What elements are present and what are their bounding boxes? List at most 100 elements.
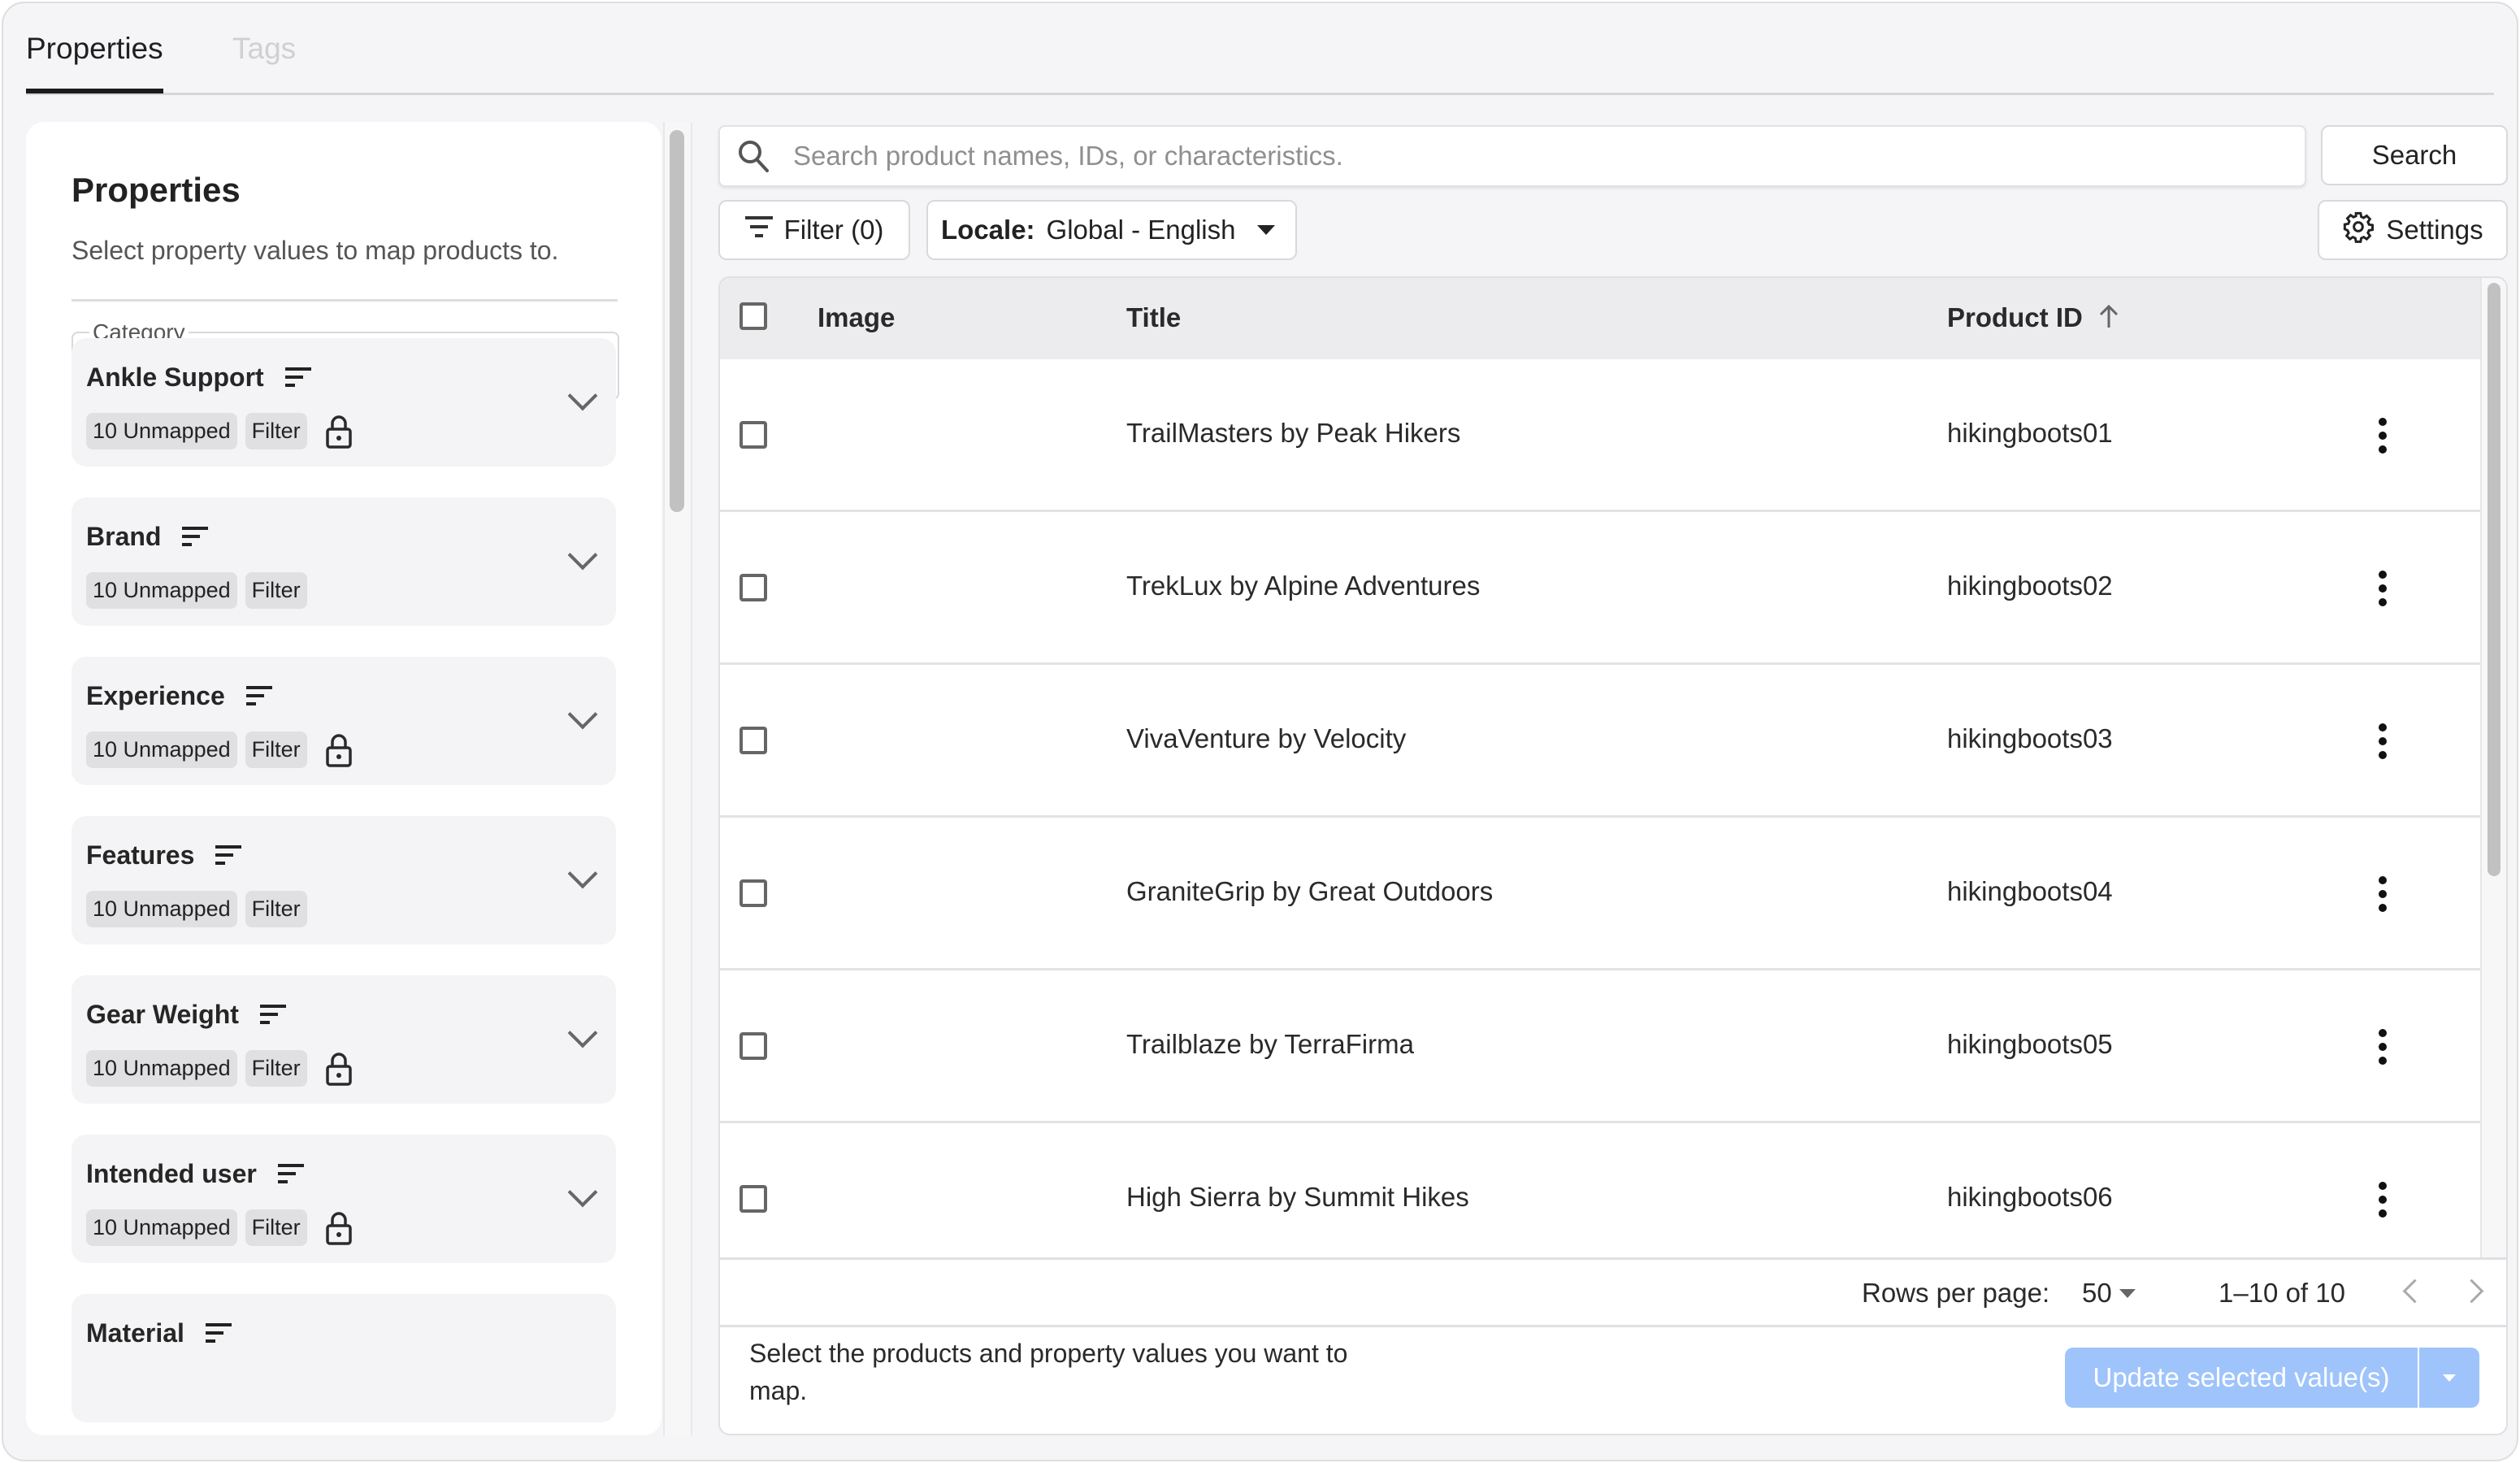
sort-icon[interactable]	[259, 1004, 286, 1024]
more-vertical-icon[interactable]	[2378, 876, 2388, 912]
more-vertical-icon[interactable]	[2378, 571, 2388, 606]
unmapped-badge[interactable]: 10 Unmapped	[86, 413, 237, 449]
app-frame: Properties Tags Properties Select proper…	[2, 2, 2518, 1461]
table-row[interactable]: GraniteGrip by Great Outdoors hikingboots…	[720, 818, 2480, 970]
more-vertical-icon[interactable]	[2378, 723, 2388, 759]
tab-tags[interactable]: Tags	[232, 26, 296, 91]
property-card[interactable]: Intended user 10 Unmapped Filter	[72, 1135, 616, 1263]
table-row[interactable]: High Sierra by Summit Hikes hikingboots06	[720, 1123, 2480, 1276]
tab-properties[interactable]: Properties	[26, 26, 163, 93]
search-input[interactable]: Search product names, IDs, or characteri…	[718, 125, 2306, 187]
chevron-down-icon[interactable]	[567, 699, 598, 730]
property-name: Experience	[86, 681, 272, 711]
arrow-up-icon	[2098, 303, 2119, 336]
product-title: High Sierra by Summit Hikes	[1126, 1182, 1469, 1212]
product-title: VivaVenture by Velocity	[1126, 723, 1407, 753]
chevron-right-icon[interactable]	[2459, 1278, 2484, 1304]
caret-down-icon[interactable]	[2119, 1289, 2136, 1298]
left-panel-scrollbar[interactable]	[663, 122, 692, 1435]
row-checkbox[interactable]	[740, 727, 767, 754]
caret-down-icon	[1256, 225, 1275, 235]
more-vertical-icon[interactable]	[2378, 1182, 2388, 1218]
property-card[interactable]: Features 10 Unmapped Filter	[72, 816, 616, 944]
unmapped-badge[interactable]: 10 Unmapped	[86, 891, 237, 927]
product-title: TrekLux by Alpine Adventures	[1126, 571, 1481, 601]
filter-badge[interactable]: Filter	[245, 572, 307, 609]
property-name: Features	[86, 840, 242, 870]
row-checkbox[interactable]	[740, 1185, 767, 1213]
table-row[interactable]: TrekLux by Alpine Adventures hikingboots0…	[720, 512, 2480, 665]
settings-label: Settings	[2386, 215, 2483, 245]
column-header-title[interactable]: Title	[1126, 302, 1181, 333]
more-vertical-icon[interactable]	[2378, 1029, 2388, 1065]
property-name-text: Material	[86, 1318, 184, 1348]
row-checkbox[interactable]	[740, 421, 767, 449]
table-row[interactable]: Trailblaze by TerraFirma hikingboots05	[720, 970, 2480, 1123]
sort-icon[interactable]	[182, 526, 209, 546]
property-badges: 10 Unmapped Filter	[86, 1209, 353, 1246]
unmapped-badge[interactable]: 10 Unmapped	[86, 572, 237, 609]
chevron-down-icon[interactable]	[567, 540, 598, 571]
column-header-image[interactable]: Image	[818, 302, 895, 333]
sort-icon[interactable]	[205, 1322, 232, 1343]
product-title: Trailblaze by TerraFirma	[1126, 1029, 1414, 1059]
gear-icon	[2342, 211, 2375, 250]
product-id: hikingboots06	[1947, 1182, 2113, 1212]
caret-down-icon	[2443, 1374, 2456, 1382]
chevron-down-icon[interactable]	[567, 1018, 598, 1048]
scrollbar-thumb[interactable]	[2487, 283, 2500, 876]
unmapped-badge[interactable]: 10 Unmapped	[86, 1050, 237, 1087]
chevron-down-icon[interactable]	[567, 1177, 598, 1208]
tab-bar: Properties Tags	[26, 3, 2494, 95]
scrollbar-thumb[interactable]	[670, 130, 684, 512]
sort-icon[interactable]	[284, 367, 311, 387]
search-button[interactable]: Search	[2321, 125, 2508, 185]
column-header-product-id[interactable]: Product ID	[1947, 302, 2119, 336]
table-row[interactable]: TrailMasters by Peak Hikers hikingboots01	[720, 359, 2480, 512]
filter-badge[interactable]: Filter	[245, 732, 307, 768]
filter-button[interactable]: Filter (0)	[718, 200, 910, 260]
sort-icon[interactable]	[277, 1163, 304, 1183]
row-checkbox[interactable]	[740, 879, 767, 907]
select-all-checkbox[interactable]	[740, 302, 767, 330]
sort-icon[interactable]	[245, 685, 272, 705]
property-card[interactable]: Ankle Support 10 Unmapped Filter	[72, 338, 616, 467]
table-scrollbar[interactable]	[2480, 278, 2506, 1257]
filter-badge[interactable]: Filter	[245, 1209, 307, 1246]
property-name: Gear Weight	[86, 1000, 286, 1030]
filter-badge[interactable]: Filter	[245, 891, 307, 927]
property-card[interactable]: Experience 10 Unmapped Filter	[72, 657, 616, 785]
panel-title: Properties	[72, 171, 241, 209]
update-dropdown-button[interactable]	[2419, 1348, 2479, 1408]
property-card[interactable]: Gear Weight 10 Unmapped Filter	[72, 975, 616, 1104]
row-checkbox[interactable]	[740, 1032, 767, 1060]
locale-label: Locale:	[941, 215, 1035, 245]
property-name-text: Gear Weight	[86, 1000, 239, 1029]
lock-icon	[325, 1211, 353, 1245]
property-name-text: Intended user	[86, 1159, 257, 1188]
locale-value: Global - English	[1046, 215, 1236, 245]
more-vertical-icon[interactable]	[2378, 418, 2388, 454]
product-id: hikingboots04	[1947, 876, 2113, 906]
filter-badge[interactable]: Filter	[245, 1050, 307, 1087]
search-icon	[736, 138, 772, 180]
chevron-left-icon[interactable]	[2402, 1278, 2427, 1304]
product-id: hikingboots03	[1947, 723, 2113, 753]
filter-badge[interactable]: Filter	[245, 413, 307, 449]
chevron-down-icon[interactable]	[567, 380, 598, 411]
row-checkbox[interactable]	[740, 574, 767, 601]
settings-button[interactable]: Settings	[2318, 200, 2508, 260]
property-badges: 10 Unmapped Filter	[86, 1050, 353, 1087]
update-selected-button[interactable]: Update selected value(s)	[2065, 1348, 2419, 1408]
property-badges: 10 Unmapped Filter	[86, 572, 307, 609]
product-id: hikingboots05	[1947, 1029, 2113, 1059]
locale-select[interactable]: Locale: Global - English	[926, 200, 1297, 260]
sort-icon[interactable]	[215, 844, 242, 865]
unmapped-badge[interactable]: 10 Unmapped	[86, 1209, 237, 1246]
rows-per-page-select[interactable]: 50	[2082, 1278, 2112, 1309]
property-card[interactable]: Material	[72, 1294, 616, 1422]
unmapped-badge[interactable]: 10 Unmapped	[86, 732, 237, 768]
table-row[interactable]: VivaVenture by Velocity hikingboots03	[720, 665, 2480, 818]
property-card[interactable]: Brand 10 Unmapped Filter	[72, 497, 616, 626]
chevron-down-icon[interactable]	[567, 858, 598, 889]
